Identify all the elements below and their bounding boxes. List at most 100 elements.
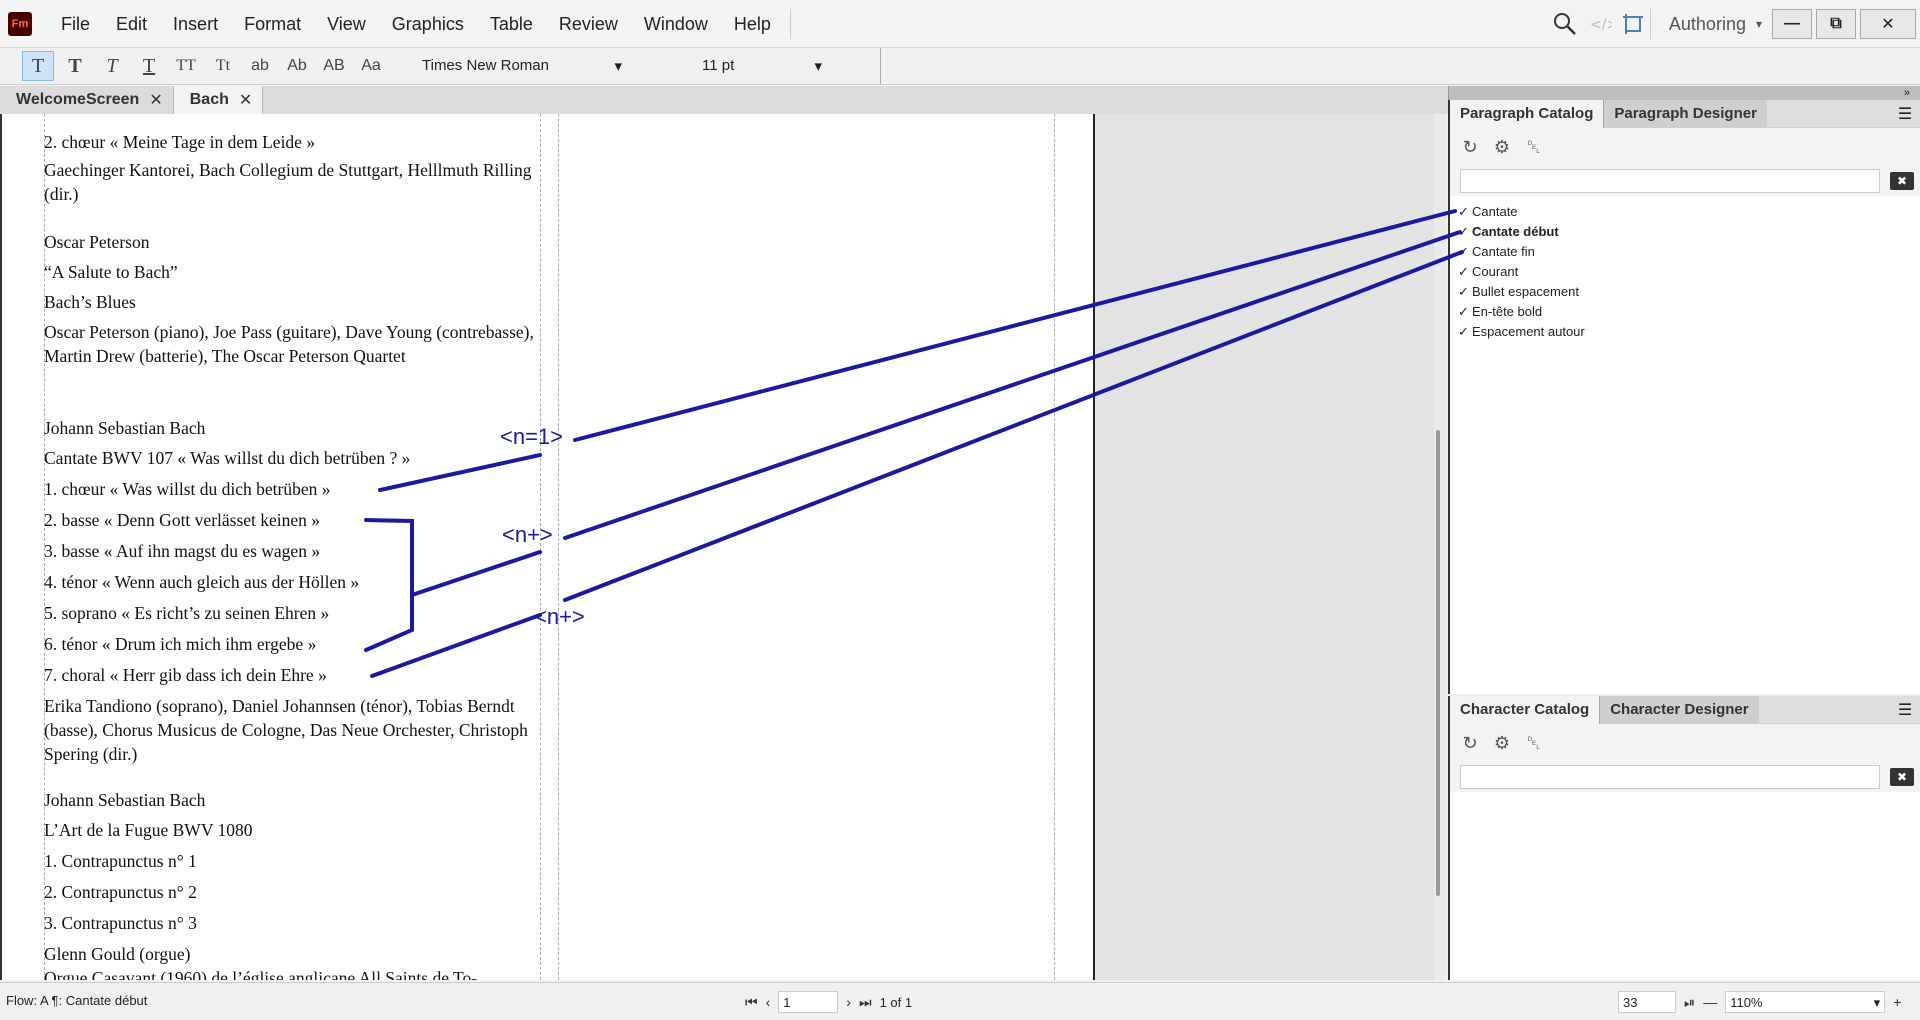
go-to-icon[interactable]: ⏯ — [1684, 994, 1695, 1011]
collapse-panels-icon[interactable]: » — [1904, 87, 1910, 99]
refresh-icon[interactable]: ↻ — [1458, 135, 1482, 159]
paragraph[interactable]: 3. basse « Auf ihn magst du es wagen » — [44, 539, 540, 563]
minimize-button[interactable]: — — [1772, 9, 1812, 39]
paragraph-panel-tabs: Paragraph Catalog Paragraph Designer ☰ — [1450, 100, 1920, 128]
strikethrough-button[interactable]: Tt — [207, 51, 239, 81]
paragraph[interactable]: Orgue Casavant (1960) de l’église anglic… — [44, 966, 540, 980]
paragraph[interactable]: Gaechinger Kantorei, Bach Collegium de S… — [44, 158, 540, 206]
check-icon: ✓ — [1458, 324, 1469, 339]
close-window-button[interactable]: ✕ — [1860, 9, 1916, 39]
paragraph[interactable]: 5. soprano « Es richt’s zu seinen Ehren … — [44, 601, 540, 625]
menu-window[interactable]: Window — [631, 0, 721, 48]
menu-table[interactable]: Table — [477, 0, 546, 48]
panel-menu-icon[interactable]: ☰ — [1890, 100, 1920, 127]
text-frame-guide — [1054, 114, 1055, 980]
restore-button[interactable]: ⧉ — [1816, 9, 1856, 39]
status-text: Flow: A ¶: Cantate début — [6, 993, 148, 1008]
tab-paragraph-designer[interactable]: Paragraph Designer — [1603, 100, 1767, 128]
menu-graphics[interactable]: Graphics — [379, 0, 477, 48]
paragraph[interactable]: “A Salute to Bach” — [44, 260, 540, 284]
gear-icon[interactable]: ⚙ — [1490, 135, 1514, 159]
paragraph[interactable]: Oscar Peterson — [44, 230, 540, 254]
list-item[interactable]: ✓ Cantate — [1450, 202, 1920, 222]
vertical-scrollbar[interactable] — [1434, 114, 1446, 980]
tab-character-catalog[interactable]: Character Catalog — [1450, 696, 1600, 724]
menu-edit[interactable]: Edit — [103, 0, 160, 48]
prev-page-icon[interactable]: ‹ — [766, 994, 771, 1010]
tab-bach[interactable]: Bach ✕ — [173, 86, 264, 114]
paragraph[interactable]: 3. Contrapunctus n° 3 — [44, 911, 540, 935]
menu-view[interactable]: View — [314, 0, 379, 48]
frame-icon[interactable] — [1616, 7, 1650, 41]
paragraph[interactable]: Bach’s Blues — [44, 290, 540, 314]
font-size-dropdown[interactable]: 11 pt ▾ — [702, 57, 822, 75]
delete-icon[interactable]: ␡ — [1522, 731, 1546, 755]
gear-icon[interactable]: ⚙ — [1490, 731, 1514, 755]
paragraph[interactable]: Oscar Peterson (piano), Joe Pass (guitar… — [44, 320, 540, 368]
tab-welcomescreen[interactable]: WelcomeScreen ✕ — [0, 86, 174, 114]
list-item[interactable]: ✓ Courant — [1450, 262, 1920, 282]
refresh-icon[interactable]: ↻ — [1458, 731, 1482, 755]
paragraph[interactable]: Erika Tandiono (soprano), Daniel Johanns… — [44, 694, 540, 766]
close-icon[interactable]: ✕ — [239, 90, 252, 110]
overline-button[interactable]: TT — [170, 51, 202, 81]
change-case-button[interactable]: Aa — [355, 51, 387, 81]
first-page-icon[interactable]: ⏮ — [745, 994, 758, 1011]
paragraph[interactable]: 6. ténor « Drum ich mich ihm ergebe » — [44, 632, 540, 656]
scrollbar-thumb[interactable] — [1436, 430, 1440, 896]
clear-search-icon[interactable]: ✖ — [1890, 768, 1914, 786]
menu-bar: Fm File Edit Insert Format View Graphics… — [0, 0, 1920, 48]
list-item[interactable]: ✓ Bullet espacement — [1450, 282, 1920, 302]
zoom-in-icon[interactable]: + — [1893, 994, 1901, 1010]
menu-format[interactable]: Format — [231, 0, 314, 48]
paragraph[interactable]: 1. Contrapunctus n° 1 — [44, 849, 540, 873]
tab-character-designer[interactable]: Character Designer — [1599, 696, 1759, 724]
lowercase-button[interactable]: ab — [244, 51, 276, 81]
menu-file[interactable]: File — [48, 0, 103, 48]
document-canvas[interactable]: 2. chœur « Meine Tage in dem Leide » Gae… — [0, 114, 1446, 980]
last-page-icon[interactable]: ⏭ — [859, 994, 872, 1011]
paragraph[interactable]: 1. chœur « Was willst du dich betrüben » — [44, 477, 540, 501]
close-icon[interactable]: ✕ — [149, 90, 162, 110]
clear-search-icon[interactable]: ✖ — [1890, 172, 1914, 190]
page-number-input[interactable]: 1 — [778, 991, 839, 1013]
zoom-dropdown[interactable]: 110% ▾ — [1725, 991, 1886, 1013]
menu-review[interactable]: Review — [546, 0, 631, 48]
menu-help[interactable]: Help — [721, 0, 784, 48]
panel-menu-icon[interactable]: ☰ — [1890, 696, 1920, 723]
search-icon[interactable] — [1548, 7, 1582, 41]
toolbar-divider — [880, 48, 881, 84]
menu-right-controls: </> Authoring ▾ — ⧉ ✕ — [1548, 0, 1920, 48]
paragraph[interactable]: Johann Sebastian Bach — [44, 788, 540, 812]
row-number-input[interactable]: 33 — [1618, 991, 1676, 1013]
paragraph[interactable]: L’Art de la Fugue BWV 1080 — [44, 818, 540, 842]
menu-insert[interactable]: Insert — [160, 0, 231, 48]
plain-text-button[interactable]: T — [22, 51, 54, 81]
list-item[interactable]: ✓ Espacement autour — [1450, 322, 1920, 342]
list-item[interactable]: ✓ Cantate début — [1450, 222, 1920, 242]
character-search-input[interactable] — [1460, 765, 1880, 789]
list-item[interactable]: ✓ Cantate fin — [1450, 242, 1920, 262]
paragraph[interactable]: Glenn Gould (orgue) — [44, 942, 540, 966]
paragraph[interactable]: 2. chœur « Meine Tage in dem Leide » — [44, 130, 540, 154]
bold-button[interactable]: T — [59, 51, 91, 81]
underline-button[interactable]: T — [133, 51, 165, 81]
italic-button[interactable]: T — [96, 51, 128, 81]
paragraph[interactable]: 2. Contrapunctus n° 2 — [44, 880, 540, 904]
initial-caps-button[interactable]: Ab — [281, 51, 313, 81]
workspace-dropdown[interactable]: Authoring ▾ — [1649, 9, 1772, 39]
paragraph[interactable]: Johann Sebastian Bach — [44, 416, 540, 440]
paragraph[interactable]: Cantate BWV 107 « Was willst du dich bet… — [44, 446, 540, 470]
next-page-icon[interactable]: › — [846, 994, 851, 1010]
paragraph-search-input[interactable] — [1460, 169, 1880, 193]
font-family-dropdown[interactable]: Times New Roman ▾ — [422, 57, 622, 75]
tab-paragraph-catalog[interactable]: Paragraph Catalog — [1450, 100, 1604, 128]
list-item[interactable]: ✓ En-tête bold — [1450, 302, 1920, 322]
delete-icon[interactable]: ␡ — [1522, 135, 1546, 159]
uppercase-button[interactable]: AB — [318, 51, 350, 81]
paragraph[interactable]: 4. ténor « Wenn auch gleich aus der Höll… — [44, 570, 540, 594]
code-view-icon[interactable]: </> — [1582, 7, 1616, 41]
zoom-out-icon[interactable]: — — [1703, 994, 1717, 1010]
paragraph[interactable]: 7. choral « Herr gib dass ich dein Ehre … — [44, 663, 540, 687]
paragraph[interactable]: 2. basse « Denn Gott verlässet keinen » — [44, 508, 540, 532]
